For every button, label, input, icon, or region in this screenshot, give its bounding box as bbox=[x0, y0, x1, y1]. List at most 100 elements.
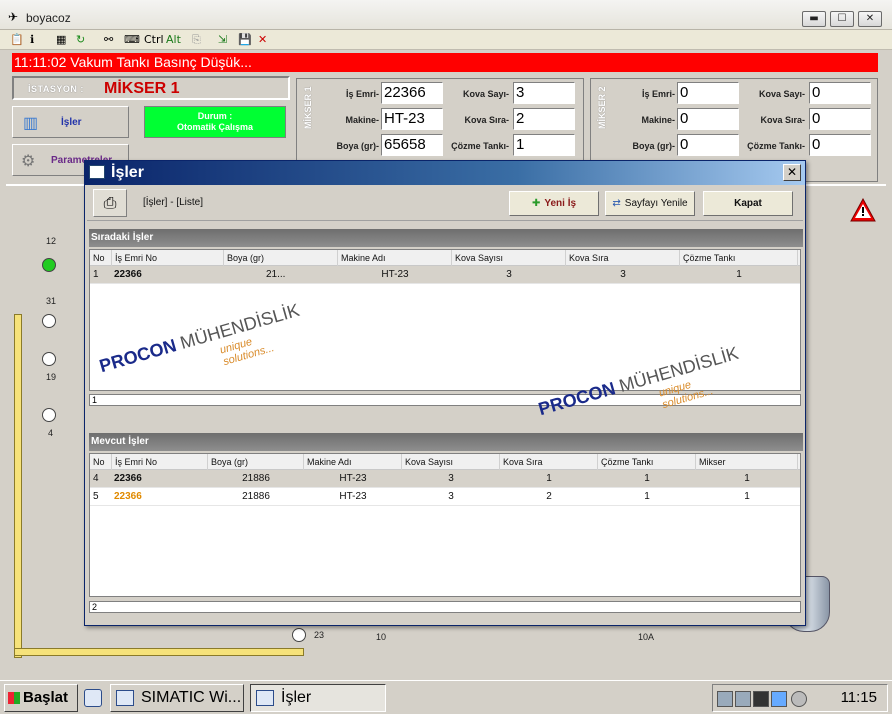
new-job-button[interactable]: ✚ Yeni İş bbox=[509, 191, 599, 216]
cell-mixer: 1 bbox=[744, 491, 750, 502]
column-header[interactable]: İş Emri No bbox=[112, 454, 208, 470]
cell-paint: 21886 bbox=[242, 491, 270, 502]
mixer2-paint-label: Boya (gr)- bbox=[632, 141, 676, 151]
status-value: Otomatik Çalışma bbox=[176, 122, 254, 132]
cell-no: 1 bbox=[93, 269, 99, 280]
valve-icon[interactable] bbox=[292, 628, 306, 642]
ctrl-key[interactable]: Ctrl bbox=[144, 32, 164, 48]
column-header[interactable]: Kova Sıra bbox=[500, 454, 598, 470]
refresh-icon[interactable]: ↻ bbox=[76, 32, 85, 48]
column-header[interactable]: Boya (gr) bbox=[224, 250, 338, 266]
grid-icon[interactable]: ▦ bbox=[56, 32, 66, 48]
jobs-button[interactable]: ▥ İşler bbox=[12, 106, 129, 138]
taskbar: Başlat SIMATIC Wi... İşler 11:15 bbox=[0, 680, 892, 714]
column-header[interactable]: No bbox=[90, 454, 112, 470]
column-header[interactable]: Makine Adı bbox=[338, 250, 452, 266]
table-row[interactable]: 1 22366 21... HT-23 3 3 1 bbox=[90, 266, 800, 284]
cell-no: 4 bbox=[93, 473, 99, 484]
jobs-window-icon bbox=[256, 690, 274, 706]
app-icon: ✈ bbox=[8, 10, 19, 24]
mixer1-machine-field: HT-23 bbox=[381, 108, 443, 130]
mixer1-machine-label: Makine- bbox=[345, 115, 379, 125]
mixer2-bucket-count-field: 0 bbox=[809, 82, 871, 104]
close-dialog-button[interactable]: Kapat bbox=[703, 191, 793, 216]
valve-number: 4 bbox=[48, 428, 54, 438]
column-header[interactable]: Mikser bbox=[696, 454, 798, 470]
windows-logo-icon bbox=[8, 692, 20, 704]
valve-number: 12 bbox=[46, 236, 57, 246]
warning-icon[interactable] bbox=[850, 198, 876, 222]
quick-launch-icon[interactable] bbox=[84, 689, 102, 707]
column-header[interactable]: Boya (gr) bbox=[208, 454, 304, 470]
license-icon[interactable] bbox=[717, 691, 733, 707]
clipboard-icon[interactable]: 📋 bbox=[10, 32, 24, 48]
taskbar-item-label: İşler bbox=[281, 689, 312, 706]
current-record-count: 2 bbox=[89, 601, 801, 613]
column-header[interactable]: No bbox=[90, 250, 112, 266]
mixer2-order-label: İş Emri- bbox=[641, 89, 675, 99]
mixer1-bucket-count-field: 3 bbox=[513, 82, 575, 104]
mixer1-bucket-seq-field: 2 bbox=[513, 108, 575, 130]
column-header[interactable]: Kova Sayısı bbox=[452, 250, 566, 266]
mixer1-bucket-count-label: Kova Sayı- bbox=[462, 89, 509, 99]
cell-no: 5 bbox=[93, 491, 99, 502]
queue-record-count: 1 bbox=[89, 394, 801, 406]
keyboard-icon[interactable]: ⌨ bbox=[124, 32, 140, 48]
cell-machine: HT-23 bbox=[339, 491, 367, 502]
info-icon[interactable]: ℹ bbox=[30, 32, 34, 48]
copy-icon[interactable]: ⎘ bbox=[192, 32, 201, 48]
link-icon[interactable]: ⚯ bbox=[104, 32, 113, 48]
minimize-button[interactable]: ▬ bbox=[802, 11, 826, 27]
column-header[interactable]: İş Emri No bbox=[112, 250, 224, 266]
connection-icon[interactable] bbox=[771, 691, 787, 707]
pipe bbox=[14, 648, 304, 656]
delete-icon[interactable]: ✕ bbox=[258, 32, 267, 48]
bottom-panel-strip bbox=[6, 662, 886, 680]
cell-tank: 1 bbox=[644, 473, 650, 484]
status-indicator: Durum : Otomatik Çalışma bbox=[144, 106, 286, 138]
cell-count: 3 bbox=[506, 269, 512, 280]
valve-number: 10 bbox=[376, 632, 387, 642]
refresh-label: Sayfayı Yenile bbox=[624, 198, 688, 209]
valve-icon[interactable] bbox=[42, 352, 56, 366]
column-header[interactable]: Çözme Tankı bbox=[598, 454, 696, 470]
close-window-button[interactable]: ✕ bbox=[858, 11, 882, 27]
taskbar-clock: 11:15 bbox=[840, 689, 877, 706]
valve-icon[interactable] bbox=[42, 258, 56, 272]
cell-paint: 21886 bbox=[242, 473, 270, 484]
column-header[interactable]: Kova Sayısı bbox=[402, 454, 500, 470]
queue-table-header: No İş Emri No Boya (gr) Makine Adı Kova … bbox=[90, 250, 800, 266]
print-button[interactable]: ⎙ bbox=[93, 189, 127, 217]
cell-machine: HT-23 bbox=[339, 473, 367, 484]
column-header[interactable]: Çözme Tankı bbox=[680, 250, 798, 266]
maximize-button[interactable]: ☐ bbox=[830, 11, 854, 27]
cell-mixer: 1 bbox=[744, 473, 750, 484]
pipe bbox=[14, 314, 22, 658]
printer-icon: ⎙ bbox=[103, 193, 117, 212]
alt-key[interactable]: Alt bbox=[166, 32, 181, 48]
start-label: Başlat bbox=[23, 689, 69, 706]
table-row[interactable]: 5 22366 21886 HT-23 3 2 1 1 bbox=[90, 488, 800, 506]
table-row[interactable]: 4 22366 21886 HT-23 3 1 1 1 bbox=[90, 470, 800, 488]
network-icon[interactable] bbox=[735, 691, 751, 707]
taskbar-item-jobs[interactable]: İşler bbox=[250, 684, 386, 712]
cell-count: 3 bbox=[448, 473, 454, 484]
column-header[interactable]: Kova Sıra bbox=[566, 250, 680, 266]
valve-icon[interactable] bbox=[42, 408, 56, 422]
refresh-page-button[interactable]: ⇄ Sayfayı Yenile bbox=[605, 191, 695, 216]
start-button[interactable]: Başlat bbox=[4, 684, 78, 712]
valve-icon[interactable] bbox=[42, 314, 56, 328]
cell-seq: 3 bbox=[620, 269, 626, 280]
window-titlebar: ✈ boyacoz ▬ ☐ ✕ bbox=[0, 0, 892, 30]
taskbar-item-simatic[interactable]: SIMATIC Wi... bbox=[110, 684, 244, 712]
valve-number: 31 bbox=[46, 296, 57, 306]
window-title: boyacoz bbox=[26, 11, 71, 25]
column-header[interactable]: Makine Adı bbox=[304, 454, 402, 470]
dialog-close-icon[interactable]: ✕ bbox=[783, 164, 801, 181]
save-icon[interactable]: 💾 bbox=[238, 32, 252, 48]
security-icon[interactable] bbox=[753, 691, 769, 707]
watermark-logo: PROCON MÜHENDİSLİK unique solutions... bbox=[97, 299, 302, 377]
mixer2-side-label: MİKSER 2 bbox=[597, 86, 607, 129]
export-icon[interactable]: ⇲ bbox=[218, 32, 227, 48]
volume-icon[interactable] bbox=[791, 691, 807, 707]
